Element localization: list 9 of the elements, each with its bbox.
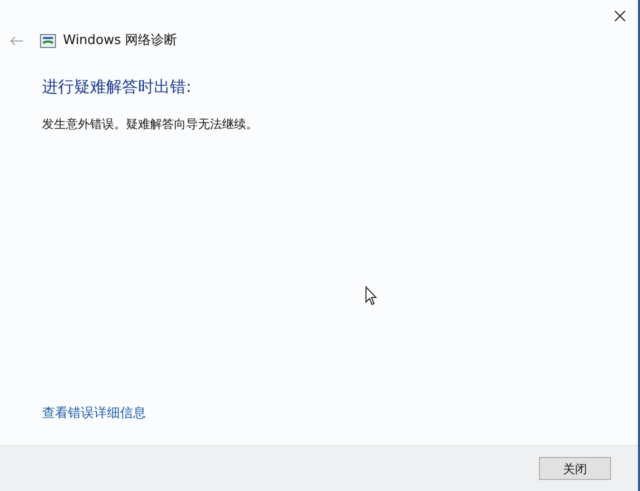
error-details-link[interactable]: 查看错误详细信息 [42,406,146,421]
error-message: 发生意外错误。疑难解答向导无法继续。 [42,116,259,133]
network-diagnostics-icon [40,34,56,48]
error-heading: 进行疑难解答时出错: [42,76,192,98]
back-arrow-icon[interactable] [10,36,24,46]
close-button[interactable]: 关闭 [539,457,611,480]
mouse-cursor-icon [365,286,377,306]
window-title: Windows 网络诊断 [63,32,178,50]
close-icon[interactable] [614,10,626,22]
